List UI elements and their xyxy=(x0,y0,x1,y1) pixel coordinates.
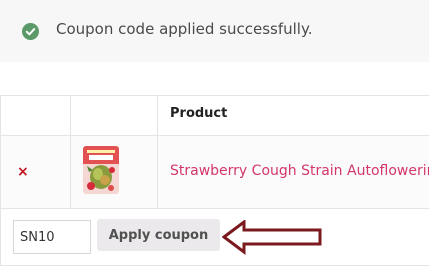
column-divider xyxy=(70,95,71,208)
success-notice: Coupon code applied successfully. xyxy=(0,0,429,62)
check-circle-icon xyxy=(22,23,39,40)
product-thumbnail[interactable] xyxy=(83,146,119,194)
coupon-code-input[interactable] xyxy=(13,220,91,254)
apply-coupon-button[interactable]: Apply coupon xyxy=(97,219,220,251)
cart-table: Product × Strawberry Cough Strain Autofl… xyxy=(0,95,429,266)
table-border-left xyxy=(0,95,1,266)
table-border-top xyxy=(0,95,429,96)
notice-message: Coupon code applied successfully. xyxy=(56,20,313,38)
remove-item-button[interactable]: × xyxy=(17,165,29,179)
header-divider xyxy=(0,135,429,136)
row-divider xyxy=(0,208,429,209)
arrow-left-icon xyxy=(222,220,322,255)
column-divider xyxy=(157,95,158,208)
column-header-product: Product xyxy=(170,106,228,121)
product-name-link[interactable]: Strawberry Cough Strain Autoflowering xyxy=(170,163,429,179)
